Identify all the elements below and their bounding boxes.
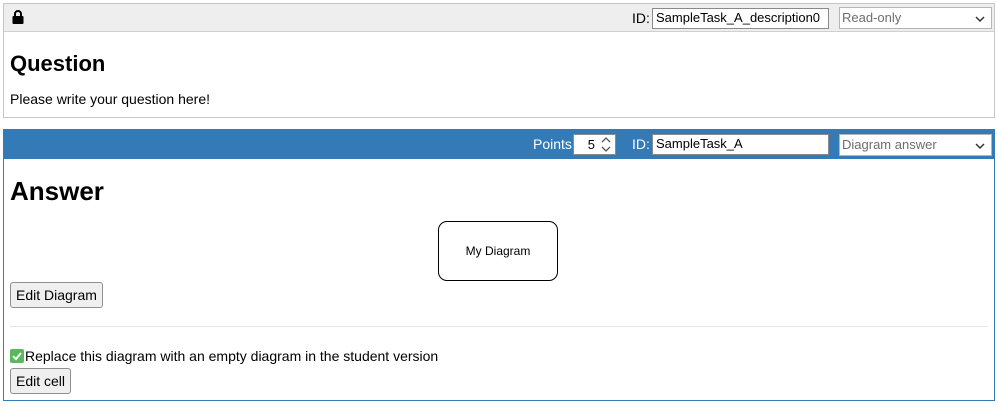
question-id-input[interactable]: SampleTask_A_description0 — [652, 8, 829, 29]
checkbox-checked-icon[interactable] — [10, 349, 24, 363]
chevron-down-icon — [975, 143, 985, 150]
answer-cell: Points: 5 ID: SampleTask_A Diagram answe… — [3, 129, 995, 401]
divider — [10, 326, 988, 327]
question-text: Please write your question here! — [10, 91, 210, 107]
question-cell: ID: SampleTask_A_description0 Read-only … — [3, 3, 995, 118]
diagram-label: My Diagram — [465, 244, 531, 258]
answer-id-label: ID: — [632, 136, 650, 152]
question-title: Question — [10, 51, 106, 76]
points-value: 5 — [587, 137, 595, 152]
points-label: Points: — [533, 136, 576, 152]
points-stepper[interactable]: 5 — [573, 134, 616, 155]
replace-diagram-checkbox-row[interactable]: Replace this diagram with an empty diagr… — [10, 348, 438, 364]
diagram-preview: My Diagram — [438, 221, 558, 281]
question-mode-select[interactable]: Read-only — [839, 7, 992, 29]
spinner-icon[interactable] — [600, 136, 612, 153]
answer-type-select[interactable]: Diagram answer — [839, 134, 992, 156]
chevron-down-icon — [975, 16, 985, 23]
edit-diagram-button[interactable]: Edit Diagram — [10, 282, 103, 308]
replace-diagram-checkbox-label: Replace this diagram with an empty diagr… — [25, 348, 439, 364]
question-mode-select-value: Read-only — [842, 10, 902, 25]
answer-toolbar: Points: 5 ID: SampleTask_A Diagram answe… — [4, 130, 994, 159]
edit-cell-button[interactable]: Edit cell — [10, 368, 72, 394]
lock-icon — [12, 10, 24, 24]
answer-type-select-value: Diagram answer — [842, 137, 937, 152]
answer-id-input[interactable]: SampleTask_A — [652, 134, 829, 155]
question-toolbar: ID: SampleTask_A_description0 Read-only — [4, 4, 994, 32]
question-id-label: ID: — [632, 10, 650, 26]
answer-title: Answer — [10, 176, 104, 206]
